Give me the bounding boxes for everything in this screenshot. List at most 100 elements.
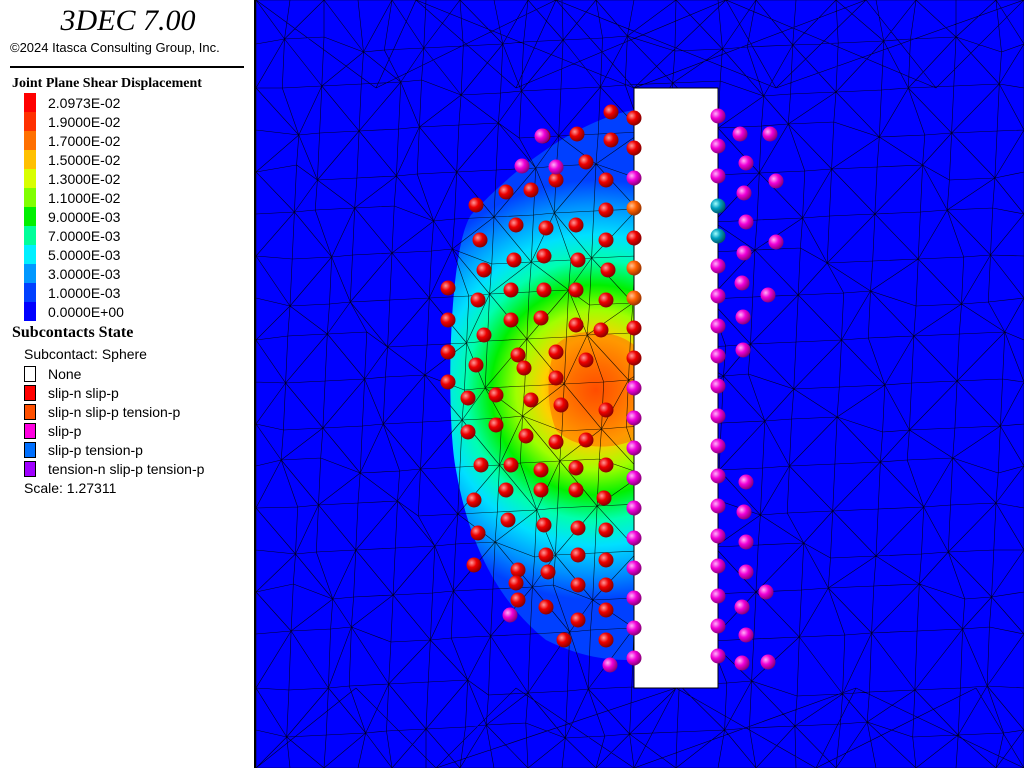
sphere-slip-n-slip-p [460, 390, 476, 406]
shear-level-row: 1.0000E-03 [24, 283, 120, 302]
sphere-slip-p [626, 650, 642, 666]
sphere-slip-p [710, 558, 726, 574]
sphere-slip-n-slip-p-tension-p [626, 290, 642, 306]
sphere-slip-n-slip-p [626, 350, 642, 366]
sphere-slip-n-slip-p [553, 397, 569, 413]
sphere-slip-n-slip-p [472, 232, 488, 248]
sphere-slip-n-slip-p [598, 292, 614, 308]
sphere-slip-n-slip-p [578, 352, 594, 368]
sphere-slip-p [738, 564, 754, 580]
model-render [256, 0, 1024, 768]
subcontacts-subtitle: Subcontact: Sphere [24, 346, 147, 362]
sphere-slip-n-slip-p [568, 482, 584, 498]
sphere-slip-p [710, 528, 726, 544]
sphere-slip-p [736, 185, 752, 201]
shear-level-label: 1.9000E-02 [48, 113, 121, 130]
shear-level-label: 0.0000E+00 [48, 303, 124, 320]
state-swatch [24, 460, 36, 477]
state-row: slip-n slip-p tension-p [24, 402, 180, 421]
sphere-slip-n-slip-p [598, 202, 614, 218]
sphere-slip-p [710, 258, 726, 274]
color-swatch [24, 188, 36, 207]
state-label: slip-p tension-p [48, 441, 143, 458]
sphere-slip-n-slip-p [523, 182, 539, 198]
sphere-slip-n-slip-p [440, 312, 456, 328]
sphere-slip-p [710, 318, 726, 334]
sphere-slip-n-slip-p [523, 392, 539, 408]
shear-level-label: 1.5000E-02 [48, 151, 121, 168]
sphere-slip-p [768, 234, 784, 250]
sphere-slip-p [734, 275, 750, 291]
sphere-slip-n-slip-p [596, 490, 612, 506]
shear-level-label: 1.1000E-02 [48, 189, 121, 206]
sphere-slip-p [735, 342, 751, 358]
sphere-slip-p [602, 657, 618, 673]
state-label: slip-n slip-p [48, 384, 119, 401]
subcontacts-heading: Subcontacts State [12, 324, 134, 341]
sphere-slip-n-slip-p [506, 252, 522, 268]
state-swatch [24, 441, 36, 458]
sphere-slip-p [534, 128, 550, 144]
sphere-slip-n-slip-p [626, 230, 642, 246]
sphere-slip-p [626, 590, 642, 606]
sphere-slip-n-slip-p [548, 344, 564, 360]
shear-level-row: 5.0000E-03 [24, 245, 120, 264]
sphere-slip-p [710, 378, 726, 394]
shear-level-row: 9.0000E-03 [24, 207, 120, 226]
sphere-slip-p [710, 108, 726, 124]
sphere-slip-n-slip-p [533, 482, 549, 498]
sphere-slip-p [626, 560, 642, 576]
shear-level-row: 2.0973E-02 [24, 93, 120, 112]
state-label: tension-n slip-p tension-p [48, 460, 205, 477]
sphere-slip-n-slip-p [603, 104, 619, 120]
state-swatch [24, 384, 36, 401]
sphere-slip-n-slip-p [568, 282, 584, 298]
sphere-slip-n-slip-p [570, 612, 586, 628]
legend-panel: 3DEC 7.00 ©2024 Itasca Consulting Group,… [0, 0, 256, 768]
shear-level-row: 1.1000E-02 [24, 188, 120, 207]
sphere-slip-n-slip-p [516, 360, 532, 376]
sphere-slip-n-slip-p [536, 248, 552, 264]
color-swatch [24, 169, 36, 188]
sphere-slip-n-slip-p [570, 252, 586, 268]
sphere-slip-p-tension-p [710, 198, 726, 214]
sphere-slip-p [710, 348, 726, 364]
excavation-opening [633, 87, 719, 689]
sphere-slip-n-slip-p [626, 110, 642, 126]
color-swatch [24, 112, 36, 131]
sphere-slip-p [710, 408, 726, 424]
sphere-slip-n-slip-p [626, 140, 642, 156]
sphere-slip-p [758, 584, 774, 600]
sphere-slip-n-slip-p [578, 154, 594, 170]
sphere-slip-n-slip-p [466, 557, 482, 573]
sphere-slip-n-slip-p [460, 424, 476, 440]
copyright-text: ©2024 Itasca Consulting Group, Inc. [10, 40, 220, 55]
sphere-slip-p [738, 214, 754, 230]
sphere-slip-p [502, 607, 518, 623]
shear-level-label: 5.0000E-03 [48, 246, 121, 263]
sphere-slip-n-slip-p [538, 599, 554, 615]
sphere-slip-n-slip-p [476, 262, 492, 278]
shear-level-label: 1.3000E-02 [48, 170, 121, 187]
color-swatch [24, 264, 36, 283]
sphere-slip-p [626, 500, 642, 516]
sphere-slip-n-slip-p-tension-p [626, 200, 642, 216]
shear-level-row: 3.0000E-03 [24, 264, 120, 283]
shear-level-label: 7.0000E-03 [48, 227, 121, 244]
sphere-slip-n-slip-p [548, 172, 564, 188]
shear-level-label: 9.0000E-03 [48, 208, 121, 225]
sphere-slip-p [768, 173, 784, 189]
color-swatch [24, 131, 36, 150]
sphere-slip-n-slip-p [518, 428, 534, 444]
sphere-slip-p-tension-p [710, 228, 726, 244]
sphere-slip-n-slip-p [568, 317, 584, 333]
model-viewport[interactable] [256, 0, 1024, 768]
sphere-slip-p [710, 438, 726, 454]
sphere-slip-n-slip-p [593, 322, 609, 338]
sphere-slip-p [736, 245, 752, 261]
sphere-slip-n-slip-p [598, 552, 614, 568]
shear-level-label: 3.0000E-03 [48, 265, 121, 282]
sphere-slip-p [710, 618, 726, 634]
sphere-slip-p [760, 654, 776, 670]
sphere-slip-n-slip-p [510, 562, 526, 578]
